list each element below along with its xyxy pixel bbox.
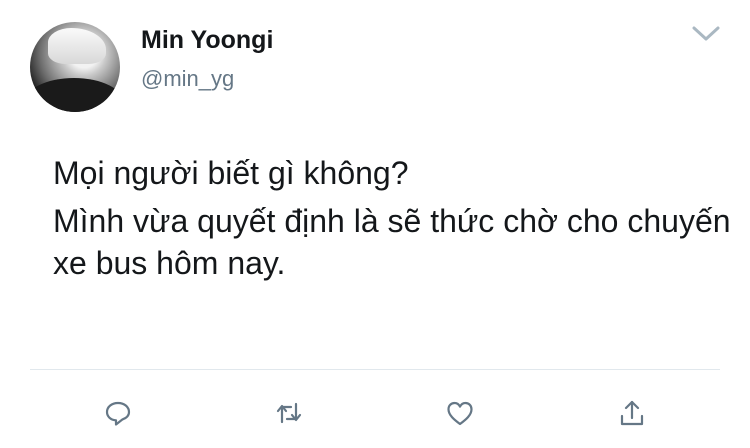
avatar[interactable] (30, 22, 120, 112)
reply-button[interactable] (100, 395, 136, 431)
tweet-text-line1: Mọi người biết gì không? (53, 155, 409, 191)
avatar-hair (48, 28, 106, 64)
tweet-text: Mọi người biết gì không? Mình vừa quyết … (53, 152, 733, 284)
share-icon (620, 400, 644, 426)
user-handle[interactable]: @min_yg (141, 66, 234, 92)
retweet-icon (276, 402, 302, 424)
heart-icon (447, 401, 473, 426)
share-button[interactable] (614, 395, 650, 431)
retweet-button[interactable] (271, 395, 307, 431)
avatar-shoulder (30, 78, 120, 112)
divider (30, 369, 720, 370)
reply-icon (105, 401, 131, 426)
chevron-down-icon[interactable] (690, 22, 722, 44)
display-name[interactable]: Min Yoongi (141, 26, 273, 55)
like-button[interactable] (442, 395, 478, 431)
tweet-text-line2: Mình vừa quyết định là sẽ thức chờ cho c… (53, 203, 731, 281)
